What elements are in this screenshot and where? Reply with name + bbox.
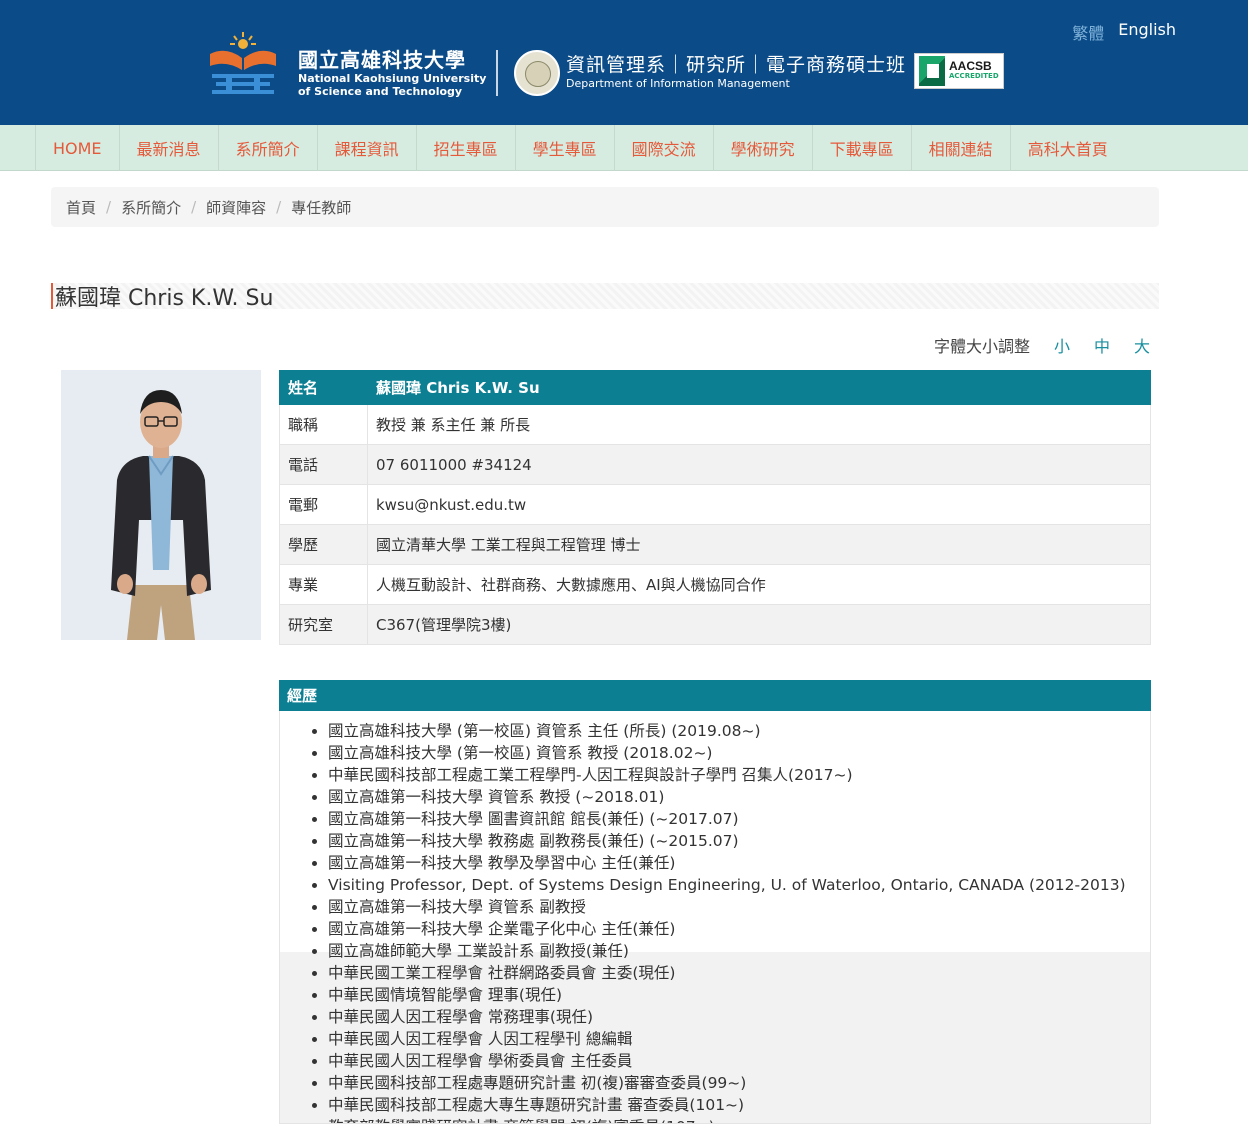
profile-row-label: 電郵 [279,484,368,525]
breadcrumb-item-1[interactable]: 系所簡介 [121,197,181,218]
breadcrumb-item-3: 專任教師 [291,198,352,217]
experience-item: 中華民國人因工程學會 人因工程學刊 總編輯 [328,1028,1150,1050]
nav-item-6[interactable]: 國際交流 [613,125,713,171]
experience-item: 國立高雄科技大學 (第一校區) 資管系 主任 (所長) (2019.08~) [328,720,1150,742]
aacsb-subtitle: ACCREDITED [949,72,999,80]
nav-item-2[interactable]: 系所簡介 [217,125,317,171]
university-name-zh: 國立高雄科技大學 [298,48,466,72]
experience-item: 國立高雄第一科技大學 圖書資訊館 館長(兼任) (~2017.07) [328,808,1150,830]
breadcrumb-separator: / [191,198,197,216]
profile-table: 姓名 蘇國瑋 Chris K.W. Su 職稱 教授 兼 系主任 兼 所長 電話 07… [279,370,1151,645]
nav-item-7[interactable]: 學術研究 [712,125,812,171]
profile-row-label: 職稱 [279,404,368,445]
font-size-control: 字體大小調整 小 中 大 [934,333,1150,357]
experience-item: 國立高雄科技大學 (第一校區) 資管系 教授 (2018.02~) [328,742,1150,764]
breadcrumb-item-2[interactable]: 師資陣容 [206,197,266,218]
breadcrumb-item-0[interactable]: 首頁 [66,197,96,218]
nav-item-0[interactable]: HOME [35,125,119,171]
department-name: 資訊管理系｜研究所｜電子商務碩士班 Department of Informat… [566,54,906,92]
experience-item: Visiting Professor, Dept. of Systems Des… [328,874,1150,896]
experience-panel: 國立高雄科技大學 (第一校區) 資管系 主任 (所長) (2019.08~)國立… [279,711,1151,1124]
profile-row-value: C367(管理學院3樓) [367,604,1151,645]
experience-item: 國立高雄第一科技大學 資管系 副教授 [328,896,1150,918]
experience-title: 經歷 [279,680,1151,711]
profile-row-value: 教授 兼 系主任 兼 所長 [367,404,1151,445]
faculty-photo [61,370,261,640]
font-size-small-button[interactable]: 小 [1054,333,1070,357]
faculty-portrait-image [61,370,261,640]
nav-item-10[interactable]: 高科大首頁 [1009,125,1125,171]
experience-item: 中華民國科技部工程處專題研究計畫 初(複)審審查委員(99~) [328,1072,1150,1094]
profile-row-value: 國立清華大學 工業工程與工程管理 博士 [367,524,1151,565]
aacsb-badge: AACSB ACCREDITED [914,53,1004,89]
font-size-label: 字體大小調整 [933,337,1030,356]
profile-row: 學歷 國立清華大學 工業工程與工程管理 博士 [279,524,1151,565]
experience-item: 中華民國工業工程學會 社群網路委員會 主委(現任) [328,962,1150,984]
breadcrumb: 首頁 / 系所簡介 / 師資陣容 / 專任教師 [51,187,1159,227]
profile-row-label: 專業 [279,564,368,605]
aacsb-title: AACSB [949,59,992,73]
profile-row: 職稱 教授 兼 系主任 兼 所長 [279,404,1151,445]
breadcrumb-separator: / [276,198,282,216]
experience-item: 國立高雄師範大學 工業設計系 副教授(兼任) [328,940,1150,962]
nav-item-8[interactable]: 下載專區 [811,125,911,171]
university-name-en: National Kaohsiung University of Science… [298,72,487,98]
university-logo-icon[interactable] [206,30,280,98]
profile-row-label: 學歷 [279,524,368,565]
profile-row: 電話 07 6011000 #34124 [279,444,1151,485]
profile-header-label: 姓名 [279,370,368,405]
font-size-medium-button[interactable]: 中 [1094,333,1110,357]
experience-item: 中華民國情境智能學會 理事(現任) [328,984,1150,1006]
experience-item: 國立高雄第一科技大學 資管系 教授 (~2018.01) [328,786,1150,808]
profile-row: 專業 人機互動設計、社群商務、大數據應用、AI與人機協同合作 [279,564,1151,605]
main-nav: HOME 最新消息 系所簡介 課程資訊 招生專區 學生專區 國際交流 學術研究 下載專區 相關連結… [0,125,1248,171]
profile-row-label: 電話 [279,444,368,485]
profile-header-value: 蘇國瑋 Chris K.W. Su [367,370,1151,405]
nav-item-3[interactable]: 課程資訊 [316,125,416,171]
profile-row: 研究室 C367(管理學院3樓) [279,604,1151,645]
university-name: 國立高雄科技大學 National Kaohsiung University o… [298,48,488,98]
font-size-large-button[interactable]: 大 [1134,333,1150,357]
experience-item: 國立高雄第一科技大學 教學及學習中心 主任(兼任) [328,852,1150,874]
profile-row-value: 人機互動設計、社群商務、大數據應用、AI與人機協同合作 [367,564,1151,605]
profile-row-value[interactable]: kwsu@nkust.edu.tw [367,484,1151,525]
nav-item-5[interactable]: 學生專區 [514,125,614,171]
department-name-en: Department of Information Management [566,77,790,90]
lang-zh-link[interactable]: 繁體 [1072,20,1104,44]
department-seal-icon [514,50,560,96]
experience-item: 國立高雄第一科技大學 企業電子化中心 主任(兼任) [328,918,1150,940]
experience-item: 中華民國人因工程學會 常務理事(現任) [328,1006,1150,1028]
breadcrumb-separator: / [106,198,112,216]
experience-item: 國立高雄第一科技大學 教務處 副教務長(兼任) (~2015.07) [328,830,1150,852]
nav-item-4[interactable]: 招生專區 [415,125,515,171]
profile-row-value: 07 6011000 #34124 [367,444,1151,485]
site-header: 繁體 English 國立高雄科技大學 National Kaohsiung U… [0,0,1248,125]
profile-row: 電郵 kwsu@nkust.edu.tw [279,484,1151,525]
experience-list: 國立高雄科技大學 (第一校區) 資管系 主任 (所長) (2019.08~)國立… [280,711,1150,1123]
language-switcher: 繁體 English [1072,20,1176,44]
experience-item: 中華民國科技部工程處大專生專題研究計畫 審查委員(101~) [328,1094,1150,1116]
experience-item: 教育部教學實踐研究計畫 商管學門 初(複)審委員(107~) [328,1116,1150,1123]
experience-item: 中華民國人因工程學會 學術委員會 主任委員 [328,1050,1150,1072]
profile-row-label: 研究室 [279,604,368,645]
aacsb-logo-icon [919,56,945,86]
page-title: 蘇國瑋 Chris K.W. Su [51,283,1159,311]
nav-item-1[interactable]: 最新消息 [118,125,218,171]
nav-item-9[interactable]: 相關連結 [910,125,1010,171]
experience-item: 中華民國科技部工程處工業工程學門-人因工程與設計子學門 召集人(2017~) [328,764,1150,786]
header-divider [496,50,498,96]
department-name-zh: 資訊管理系｜研究所｜電子商務碩士班 [566,54,907,76]
lang-en-link[interactable]: English [1118,20,1176,44]
